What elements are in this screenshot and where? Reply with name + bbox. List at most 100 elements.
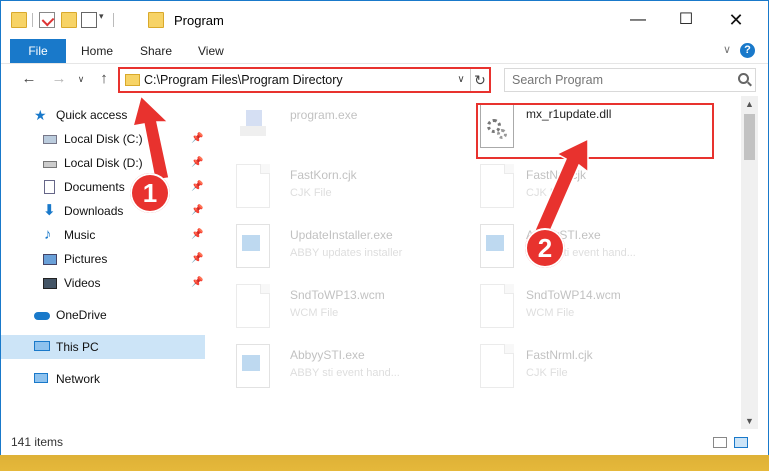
title-bar: ▾ Program — ☐ ✕ <box>1 1 768 39</box>
nav-label: Music <box>64 228 96 242</box>
new-folder-icon[interactable] <box>61 12 77 28</box>
help-icon[interactable]: ? <box>740 43 755 58</box>
status-bar: 141 items <box>1 429 768 455</box>
tab-view[interactable]: View <box>198 39 224 63</box>
file-icon <box>236 164 270 208</box>
navigation-pane: ★ Quick access Local Disk (C:) 📌 Local D… <box>1 96 205 429</box>
file-icon <box>480 284 514 328</box>
application-icon <box>480 224 514 268</box>
nav-music[interactable]: ♪ Music 📌 <box>1 223 205 247</box>
tiles-view-icon[interactable] <box>734 437 748 448</box>
file-item[interactable]: FastNrk.cjk CJK File <box>480 161 720 217</box>
file-item[interactable]: program.exe <box>236 101 476 157</box>
computer-icon <box>34 341 50 351</box>
refresh-icon[interactable]: ↻ <box>470 69 489 91</box>
file-name: FastKorn.cjk <box>290 168 357 182</box>
nav-quick-access[interactable]: ★ Quick access <box>1 103 205 127</box>
details-view-icon[interactable] <box>713 437 727 448</box>
nav-videos[interactable]: Videos 📌 <box>1 271 205 295</box>
chevron-down-icon[interactable]: ▾ <box>99 11 104 22</box>
star-icon: ★ <box>34 107 47 123</box>
pin-icon[interactable]: 📌 <box>191 199 203 223</box>
pin-icon[interactable]: 📌 <box>191 151 203 175</box>
application-icon <box>236 104 270 148</box>
file-type: WCM File <box>526 307 575 319</box>
customize-toolbar-icon[interactable] <box>81 12 97 28</box>
nav-label: Documents <box>64 180 125 194</box>
pin-icon[interactable]: 📌 <box>191 223 203 247</box>
tab-file[interactable]: File <box>10 39 66 63</box>
nav-label: This PC <box>56 340 99 354</box>
chevron-down-icon[interactable]: ∨ <box>454 71 468 89</box>
recent-locations-icon[interactable]: ∨ <box>71 69 91 89</box>
scroll-thumb[interactable] <box>744 114 755 160</box>
nav-label: Local Disk (D:) <box>64 156 143 170</box>
separator <box>113 13 114 27</box>
search-input[interactable] <box>512 70 732 90</box>
file-type: CJK File <box>526 367 568 379</box>
file-name: SndToWP14.wcm <box>526 288 621 302</box>
nav-label: Network <box>56 372 101 386</box>
separator <box>32 13 33 27</box>
expand-ribbon-icon[interactable]: ∨ <box>719 42 735 58</box>
back-arrow-icon[interactable]: ← <box>19 69 39 89</box>
minimize-button[interactable]: — <box>615 1 661 39</box>
folder-icon[interactable] <box>11 12 27 28</box>
nav-onedrive[interactable]: OneDrive <box>1 303 205 327</box>
pin-icon[interactable]: 📌 <box>191 175 203 199</box>
pin-icon[interactable]: 📌 <box>191 127 203 151</box>
folder-icon <box>125 74 140 86</box>
drive-icon <box>43 161 57 168</box>
download-arrow-icon: ⬇ <box>43 202 56 219</box>
nav-documents[interactable]: Documents 📌 <box>1 175 205 199</box>
file-item[interactable]: UpdateInstaller.exe ABBY updates install… <box>236 221 476 277</box>
file-item[interactable]: FastNrml.cjk CJK File <box>480 341 720 397</box>
file-name: FastNrml.cjk <box>526 348 593 362</box>
window-folder-icon <box>148 12 164 28</box>
nav-this-pc[interactable]: This PC <box>1 335 205 359</box>
videos-icon <box>43 278 57 289</box>
file-item[interactable]: AbbyySTI.exe ABBY sti event hand... <box>480 221 720 277</box>
search-box[interactable] <box>504 68 756 92</box>
nav-downloads[interactable]: ⬇ Downloads 📌 <box>1 199 205 223</box>
file-item[interactable]: FastKorn.cjk CJK File <box>236 161 476 217</box>
file-type: ABBY sti event hand... <box>290 367 400 379</box>
file-item[interactable]: AbbyySTI.exe ABBY sti event hand... <box>236 341 476 397</box>
application-icon <box>236 344 270 388</box>
cloud-icon <box>34 312 50 320</box>
maximize-button[interactable]: ☐ <box>663 1 709 39</box>
search-icon[interactable] <box>738 73 749 84</box>
up-arrow-icon[interactable]: ↑ <box>94 69 114 89</box>
nav-label: OneDrive <box>56 308 107 322</box>
pin-icon[interactable]: 📌 <box>191 271 203 295</box>
address-path[interactable]: C:\Program Files\Program Directory <box>144 73 343 87</box>
tab-share[interactable]: Share <box>140 39 172 63</box>
forward-arrow-icon[interactable]: → <box>49 69 69 89</box>
nav-label: Local Disk (C:) <box>64 132 143 146</box>
file-item[interactable]: SndToWP13.wcm WCM File <box>236 281 476 337</box>
file-icon <box>480 344 514 388</box>
scroll-up-icon[interactable]: ▲ <box>741 96 758 112</box>
step-2-badge: 2 <box>525 228 565 268</box>
nav-label: Downloads <box>64 204 124 218</box>
properties-icon[interactable] <box>39 12 55 28</box>
file-item[interactable]: SndToWP14.wcm WCM File <box>480 281 720 337</box>
nav-pictures[interactable]: Pictures 📌 <box>1 247 205 271</box>
step-1-badge: 1 <box>130 173 170 213</box>
nav-local-disk-d[interactable]: Local Disk (D:) 📌 <box>1 151 205 175</box>
scroll-down-icon[interactable]: ▼ <box>741 413 758 429</box>
documents-icon <box>44 180 55 194</box>
file-name: SndToWP13.wcm <box>290 288 385 302</box>
address-row: ← → ∨ ↑ C:\Program Files\Program Directo… <box>1 63 768 95</box>
tab-home[interactable]: Home <box>81 39 113 63</box>
close-button[interactable]: ✕ <box>713 1 759 39</box>
pin-icon[interactable]: 📌 <box>191 247 203 271</box>
window-title: Program <box>174 13 224 28</box>
explorer-window: ▾ Program — ☐ ✕ File Home Share View ∨ ?… <box>0 0 769 455</box>
file-name: program.exe <box>290 108 358 122</box>
item-count: 141 items <box>11 435 64 449</box>
address-bar[interactable]: C:\Program Files\Program Directory ∨ ↻ <box>118 67 491 93</box>
vertical-scrollbar[interactable]: ▲ ▼ <box>741 96 758 429</box>
nav-local-disk-c[interactable]: Local Disk (C:) 📌 <box>1 127 205 151</box>
nav-network[interactable]: Network <box>1 367 205 391</box>
